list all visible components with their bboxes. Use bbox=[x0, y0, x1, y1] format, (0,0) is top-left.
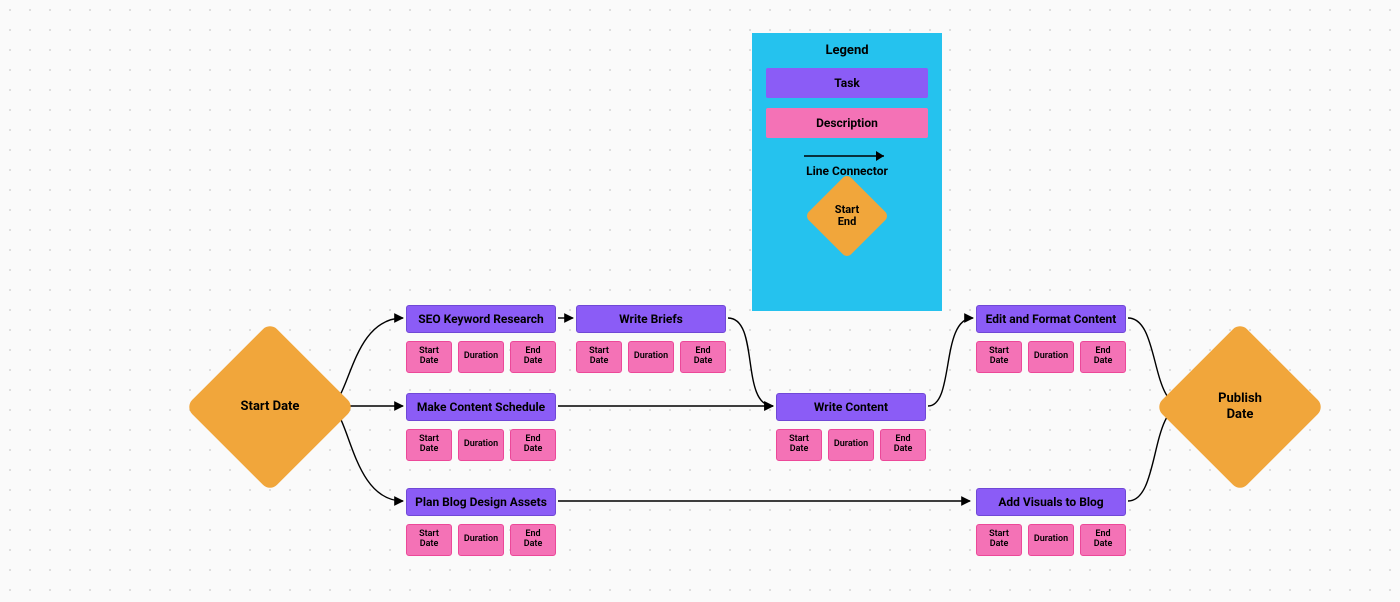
chip-duration[interactable]: Duration bbox=[1028, 524, 1074, 556]
task-meta-row: Start Date Duration End Date bbox=[976, 524, 1126, 556]
task-title: SEO Keyword Research bbox=[406, 305, 556, 333]
chip-start-date[interactable]: Start Date bbox=[406, 524, 452, 556]
task-visuals[interactable]: Add Visuals to Blog Start Date Duration … bbox=[976, 488, 1126, 556]
chip-duration[interactable]: Duration bbox=[458, 429, 504, 461]
task-edit[interactable]: Edit and Format Content Start Date Durat… bbox=[976, 305, 1126, 373]
connectors-layer bbox=[0, 0, 1400, 602]
task-title: Add Visuals to Blog bbox=[976, 488, 1126, 516]
task-title: Plan Blog Design Assets bbox=[406, 488, 556, 516]
task-seo[interactable]: SEO Keyword Research Start Date Duration… bbox=[406, 305, 556, 373]
chip-duration[interactable]: Duration bbox=[1028, 341, 1074, 373]
chip-end-date[interactable]: End Date bbox=[1080, 524, 1126, 556]
chip-end-date[interactable]: End Date bbox=[1080, 341, 1126, 373]
chip-start-date[interactable]: Start Date bbox=[976, 524, 1022, 556]
chip-end-date[interactable]: End Date bbox=[510, 524, 556, 556]
chip-start-date[interactable]: Start Date bbox=[406, 429, 452, 461]
task-meta-row: Start Date Duration End Date bbox=[576, 341, 726, 373]
legend-startend-label: Start End bbox=[817, 186, 877, 246]
chip-duration[interactable]: Duration bbox=[458, 524, 504, 556]
legend-desc-swatch: Description bbox=[766, 108, 928, 138]
chip-duration[interactable]: Duration bbox=[628, 341, 674, 373]
diagram-canvas[interactable]: Start Date Publish Date SEO Keyword Rese… bbox=[0, 0, 1400, 602]
legend-title: Legend bbox=[752, 43, 942, 58]
task-meta-row: Start Date Duration End Date bbox=[776, 429, 926, 461]
task-schedule[interactable]: Make Content Schedule Start Date Duratio… bbox=[406, 393, 556, 461]
task-plan[interactable]: Plan Blog Design Assets Start Date Durat… bbox=[406, 488, 556, 556]
chip-start-date[interactable]: Start Date bbox=[406, 341, 452, 373]
legend-task-swatch: Task bbox=[766, 68, 928, 98]
task-title: Make Content Schedule bbox=[406, 393, 556, 421]
legend-diamond: Start End bbox=[817, 186, 877, 246]
chip-end-date[interactable]: End Date bbox=[510, 341, 556, 373]
task-meta-row: Start Date Duration End Date bbox=[406, 341, 556, 373]
chip-start-date[interactable]: Start Date bbox=[576, 341, 622, 373]
task-title: Edit and Format Content bbox=[976, 305, 1126, 333]
start-node[interactable]: Start Date bbox=[210, 347, 330, 467]
chip-duration[interactable]: Duration bbox=[828, 429, 874, 461]
legend-panel[interactable]: Legend Task Description Line Connector S… bbox=[752, 33, 942, 311]
task-meta-row: Start Date Duration End Date bbox=[406, 429, 556, 461]
end-node[interactable]: Publish Date bbox=[1180, 347, 1300, 467]
task-meta-row: Start Date Duration End Date bbox=[406, 524, 556, 556]
chip-end-date[interactable]: End Date bbox=[880, 429, 926, 461]
start-label: Start Date bbox=[210, 347, 330, 467]
chip-end-date[interactable]: End Date bbox=[510, 429, 556, 461]
chip-start-date[interactable]: Start Date bbox=[976, 341, 1022, 373]
task-meta-row: Start Date Duration End Date bbox=[976, 341, 1126, 373]
task-title: Write Content bbox=[776, 393, 926, 421]
end-label: Publish Date bbox=[1180, 347, 1300, 467]
task-write[interactable]: Write Content Start Date Duration End Da… bbox=[776, 393, 926, 461]
task-briefs[interactable]: Write Briefs Start Date Duration End Dat… bbox=[576, 305, 726, 373]
chip-duration[interactable]: Duration bbox=[458, 341, 504, 373]
task-title: Write Briefs bbox=[576, 305, 726, 333]
chip-end-date[interactable]: End Date bbox=[680, 341, 726, 373]
legend-arrow-icon bbox=[802, 148, 892, 162]
chip-start-date[interactable]: Start Date bbox=[776, 429, 822, 461]
